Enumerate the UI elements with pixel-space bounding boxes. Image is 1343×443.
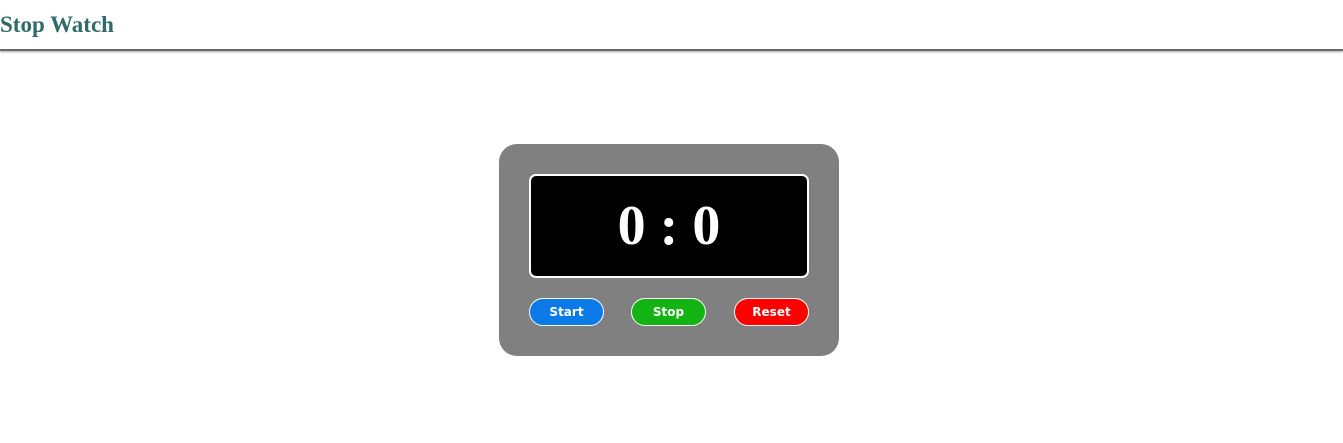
stop-button[interactable]: Stop <box>631 298 706 326</box>
time-separator: : <box>659 195 679 257</box>
minutes-value: 0 <box>617 195 646 257</box>
reset-button[interactable]: Reset <box>734 298 809 326</box>
start-button[interactable]: Start <box>529 298 604 326</box>
seconds-value: 0 <box>692 195 721 257</box>
time-display: 0 : 0 <box>529 174 809 278</box>
stopwatch-panel: 0 : 0 Start Stop Reset <box>499 144 839 356</box>
page-title: Stop Watch <box>0 12 114 37</box>
app-header: Stop Watch <box>0 0 1343 51</box>
